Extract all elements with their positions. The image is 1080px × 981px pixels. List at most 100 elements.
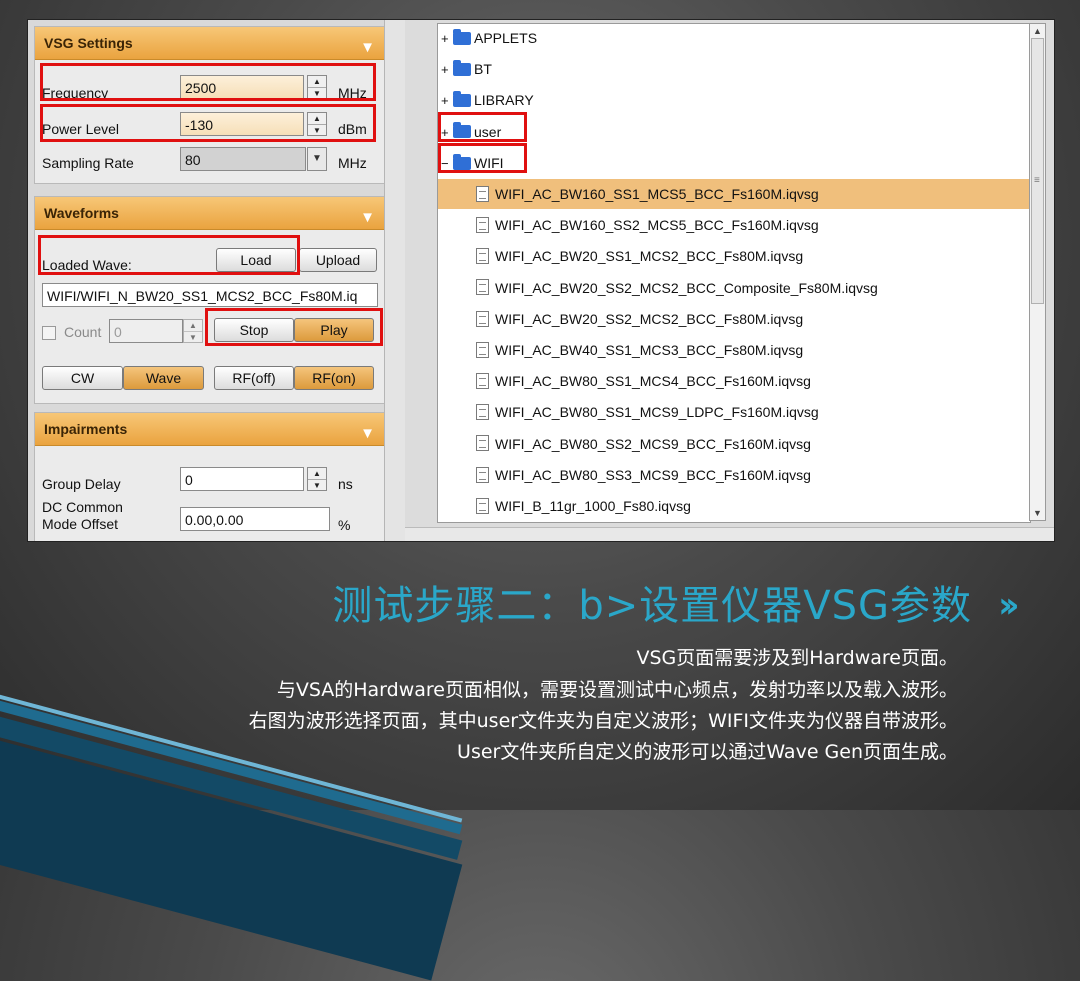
user-folder-highlight-box: [438, 112, 527, 142]
spin-down-icon[interactable]: ▼: [184, 332, 202, 343]
cw-button[interactable]: CW: [42, 366, 123, 390]
file-icon: [476, 497, 489, 514]
tree-folder-library[interactable]: + LIBRARY: [441, 87, 534, 113]
body-line-3: 右图为波形选择页面，其中user文件夹为自定义波形；WIFI文件夹为仪器自带波形…: [248, 710, 958, 732]
file-label: WIFI_AC_BW20_SS2_MCS2_BCC_Fs80M.iqvsg: [495, 310, 804, 327]
file-icon: [476, 248, 489, 265]
group-delay-input[interactable]: 0: [180, 467, 304, 491]
dc-offset-label-line1: DC Common: [42, 499, 123, 515]
folder-label: APPLETS: [474, 30, 538, 46]
tree-file-item[interactable]: WIFI_AC_BW160_SS2_MCS5_BCC_Fs160M.iqvsg: [476, 212, 819, 238]
wave-path-field[interactable]: WIFI/WIFI_N_BW20_SS1_MCS2_BCC_Fs80M.iq: [42, 283, 378, 307]
folder-icon: [453, 91, 471, 108]
power-level-highlight-box: [40, 104, 376, 142]
scroll-down-icon[interactable]: ▼: [1030, 506, 1045, 520]
body-line-1: VSG页面需要涉及到Hardware页面。: [636, 647, 958, 669]
body-line-2: 与VSA的Hardware页面相似，需要设置测试中心频点，发射功率以及载入波形。: [276, 679, 958, 701]
group-delay-stepper[interactable]: ▲ ▼: [307, 467, 327, 491]
file-label: WIFI_AC_BW40_SS1_MCS3_BCC_Fs80M.iqvsg: [495, 342, 804, 358]
sampling-rate-label: Sampling Rate: [42, 155, 134, 171]
waveform-browser: + APPLETS + BT + LIBRARY + user − WIFI WIFI_AC_BW1…: [405, 20, 1054, 541]
expand-icon[interactable]: +: [441, 26, 451, 52]
file-label: WIFI_AC_BW20_SS2_MCS2_BCC_Composite_Fs80…: [495, 279, 878, 296]
settings-panel: VSG Settings ▼ Frequency 2500 ▲ ▼ MHz Pow…: [28, 20, 386, 541]
spin-down-icon[interactable]: ▼: [308, 480, 326, 491]
file-label: WIFI_AC_BW80_SS1_MCS9_LDPC_Fs160M.iqvsg: [495, 404, 819, 421]
chevron-down-icon[interactable]: ▼: [307, 147, 327, 171]
wave-button[interactable]: Wave: [123, 366, 204, 390]
folder-label: BT: [474, 61, 492, 78]
file-icon: [476, 435, 489, 452]
upload-button[interactable]: Upload: [299, 248, 377, 272]
vsg-settings-header[interactable]: VSG Settings ▼: [35, 27, 385, 60]
file-icon: [476, 404, 489, 421]
tree-file-item[interactable]: WIFI_AC_BW160_SS1_MCS5_BCC_Fs160M.iqvsg: [476, 181, 819, 207]
tree-file-item[interactable]: WIFI_AC_BW80_SS1_MCS4_BCC_Fs160M.iqvsg: [476, 368, 811, 394]
bottom-strip: [405, 527, 1054, 541]
rf-on-button[interactable]: RF(on): [294, 366, 374, 390]
rf-off-button[interactable]: RF(off): [214, 366, 294, 390]
load-highlight-box: [38, 235, 300, 275]
file-icon: [476, 279, 489, 296]
dc-offset-label-line2: Mode Offset: [42, 516, 119, 532]
file-label: WIFI_AC_BW20_SS1_MCS2_BCC_Fs80M.iqvsg: [495, 248, 804, 265]
file-label: WIFI_AC_BW160_SS2_MCS5_BCC_Fs160M.iqvsg: [495, 217, 819, 234]
expand-icon[interactable]: +: [441, 57, 451, 83]
tree-folder-applets[interactable]: + APPLETS: [441, 25, 537, 51]
spin-up-icon[interactable]: ▲: [308, 468, 326, 480]
file-icon: [476, 372, 489, 389]
tree-file-item[interactable]: WIFI_B_11gr_1000_Fs80.iqvsg: [476, 493, 691, 519]
count-stepper[interactable]: ▲ ▼: [183, 319, 203, 343]
collapse-icon[interactable]: ▼: [360, 418, 375, 450]
spin-up-icon[interactable]: ▲: [184, 320, 202, 332]
sampling-rate-unit: MHz: [338, 155, 367, 171]
count-label: Count: [64, 324, 102, 340]
scroll-up-icon[interactable]: ▲: [1030, 24, 1045, 38]
file-icon: [476, 216, 489, 233]
file-icon: [476, 466, 489, 483]
tree-file-item[interactable]: WIFI_AC_BW20_SS2_MCS2_BCC_Composite_Fs80…: [476, 275, 878, 301]
folder-icon: [453, 59, 471, 76]
impairments-section: Impairments ▼ Group Delay 0 ▲ ▼ ns DC Com…: [34, 412, 386, 541]
file-label: WIFI_AC_BW80_SS3_MCS9_BCC_Fs160M.iqvsg: [495, 466, 811, 483]
collapse-icon[interactable]: ▼: [360, 202, 375, 234]
folder-icon: [453, 28, 471, 45]
body-line-4: User文件夹所自定义的波形可以通过Wave Gen页面生成。: [457, 741, 958, 763]
double-chevron-icon: ››: [998, 585, 1019, 626]
sampling-rate-select[interactable]: 80: [180, 147, 306, 171]
scroll-thumb[interactable]: ≡: [1031, 38, 1044, 304]
impairments-header[interactable]: Impairments ▼: [35, 413, 385, 446]
group-delay-unit: ns: [338, 476, 353, 492]
file-label: WIFI_AC_BW80_SS1_MCS4_BCC_Fs160M.iqvsg: [495, 373, 811, 390]
tree-scrollbar[interactable]: ▲ ≡ ▼: [1029, 23, 1046, 521]
file-icon: [476, 185, 489, 202]
vsg-settings-title: VSG Settings: [44, 35, 133, 51]
file-icon: [476, 310, 489, 327]
tree-file-item[interactable]: WIFI_AC_BW40_SS1_MCS3_BCC_Fs80M.iqvsg: [476, 337, 803, 363]
expand-icon[interactable]: +: [441, 88, 451, 114]
panel-splitter[interactable]: [384, 20, 406, 541]
tree-file-item[interactable]: WIFI_AC_BW80_SS3_MCS9_BCC_Fs160M.iqvsg: [476, 462, 811, 488]
tree-file-item[interactable]: WIFI_AC_BW20_SS1_MCS2_BCC_Fs80M.iqvsg: [476, 243, 803, 269]
collapse-icon[interactable]: ▼: [360, 32, 375, 64]
count-input[interactable]: 0: [109, 319, 183, 343]
screenshot-panel: VSG Settings ▼ Frequency 2500 ▲ ▼ MHz Pow…: [27, 19, 1055, 542]
waveforms-title: Waveforms: [44, 205, 119, 221]
dc-offset-unit: %: [338, 517, 351, 533]
tree-file-item[interactable]: WIFI_AC_BW80_SS1_MCS9_LDPC_Fs160M.iqvsg: [476, 399, 819, 425]
slide-title: 测试步骤二：b>设置仪器VSG参数: [332, 583, 972, 629]
frequency-highlight-box: [40, 63, 376, 101]
tree-file-item[interactable]: WIFI_AC_BW20_SS2_MCS2_BCC_Fs80M.iqvsg: [476, 306, 803, 332]
file-icon: [476, 341, 489, 358]
wifi-folder-highlight-box: [438, 143, 527, 173]
impairments-title: Impairments: [44, 421, 128, 437]
file-tree: + APPLETS + BT + LIBRARY + user − WIFI WIFI_AC_BW1…: [437, 23, 1031, 523]
dc-offset-input[interactable]: 0.00,0.00: [180, 507, 330, 531]
tree-file-item[interactable]: WIFI_AC_BW80_SS2_MCS9_BCC_Fs160M.iqvsg: [476, 431, 811, 457]
waveforms-header[interactable]: Waveforms ▼: [35, 197, 385, 230]
play-highlight-box: [205, 308, 383, 346]
waveforms-section: Waveforms ▼ Loaded Wave: Load Upload WIF…: [34, 196, 386, 404]
count-checkbox[interactable]: [42, 326, 56, 340]
tree-folder-bt[interactable]: + BT: [441, 56, 492, 82]
file-label: WIFI_AC_BW160_SS1_MCS5_BCC_Fs160M.iqvsg: [495, 186, 819, 202]
